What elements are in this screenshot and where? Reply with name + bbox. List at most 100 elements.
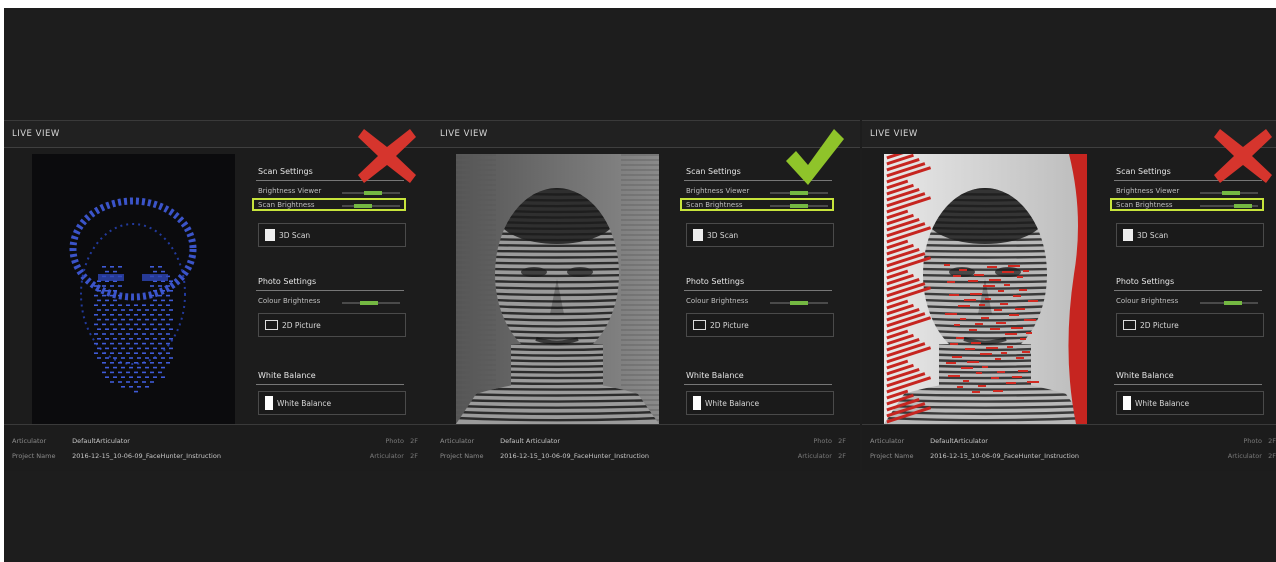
2d-picture-button[interactable]: 2D Picture <box>686 313 834 337</box>
photo-status-label: Photo <box>385 437 404 445</box>
articulator-key: Articulator <box>12 437 47 445</box>
panel-title: LIVE VIEW <box>870 129 918 139</box>
verdict-mark <box>782 125 844 191</box>
scan-brightness-slider[interactable] <box>1200 204 1258 208</box>
scan-brightness-label: Scan Brightness <box>258 201 315 209</box>
articulator-row: Articulator DefaultArticulator <box>870 437 988 445</box>
brightness-viewer-label: Brightness Viewer <box>1116 187 1180 195</box>
scan-icon <box>693 229 703 241</box>
slider-fill <box>354 204 372 208</box>
2d-picture-button[interactable]: 2D Picture <box>1116 313 1264 337</box>
articulator-status-label: Articulator <box>369 452 404 460</box>
slider-fill <box>790 191 808 195</box>
photo-status-label: Photo <box>1243 437 1262 445</box>
scan-settings-title: Scan Settings <box>1116 167 1171 176</box>
3d-scan-label: 3D Scan <box>279 230 311 240</box>
slider-fill <box>364 191 382 195</box>
2d-picture-label: 2D Picture <box>282 320 321 330</box>
colour-brightness-label: Colour Brightness <box>686 297 749 305</box>
white-balance-icon <box>1123 396 1131 410</box>
scan-brightness-slider[interactable] <box>770 204 828 208</box>
face-scan-image <box>32 154 235 424</box>
scan-brightness-label: Scan Brightness <box>1116 201 1173 209</box>
articulator-status: Articulator 2F <box>370 452 418 460</box>
brightness-viewer-label: Brightness Viewer <box>686 187 750 195</box>
articulator-row: Articulator DefaultArticulator <box>12 437 130 445</box>
white-balance-title: White Balance <box>1116 371 1174 380</box>
scan-brightness-slider[interactable] <box>342 204 400 208</box>
articulator-key: Articulator <box>870 437 905 445</box>
face-scan-image <box>884 154 1087 424</box>
panel-footer: Articulator Default Articulator Project … <box>432 424 860 471</box>
live-view-panel-2: LIVE VIEW Scan Settings Brightness Viewe… <box>432 120 860 471</box>
slider-fill <box>1234 204 1252 208</box>
panel-footer: Articulator DefaultArticulator Project N… <box>4 424 432 471</box>
2d-picture-button[interactable]: 2D Picture <box>258 313 406 337</box>
project-name-key: Project Name <box>870 452 914 460</box>
white-balance-label: White Balance <box>1135 398 1190 408</box>
panel-title: LIVE VIEW <box>440 129 488 139</box>
white-balance-icon <box>265 396 273 410</box>
3d-scan-button[interactable]: 3D Scan <box>1116 223 1264 247</box>
scan-settings-title: Scan Settings <box>686 167 741 176</box>
photo-status-value: 2F <box>1268 437 1276 445</box>
white-balance-label: White Balance <box>705 398 760 408</box>
scan-icon <box>265 229 275 241</box>
photo-settings-title: Photo Settings <box>258 277 317 286</box>
live-view-panel-3: LIVE VIEW Scan Settings Brightness Viewe… <box>862 120 1276 471</box>
project-name-value: 2016-12-15_10-06-09_FaceHunter_Instructi… <box>500 452 649 460</box>
white-balance-title: White Balance <box>686 371 744 380</box>
photo-status-label: Photo <box>813 437 832 445</box>
panel-title: LIVE VIEW <box>12 129 60 139</box>
articulator-status-label: Articulator <box>1227 452 1262 460</box>
section-divider <box>256 290 404 291</box>
scan-icon <box>1123 229 1133 241</box>
3d-scan-label: 3D Scan <box>1137 230 1169 240</box>
white-balance-button[interactable]: White Balance <box>1116 391 1264 415</box>
photo-status: Photo 2F <box>813 437 846 445</box>
section-divider <box>684 384 832 385</box>
colour-brightness-slider[interactable] <box>770 301 828 305</box>
brightness-viewer-slider[interactable] <box>342 191 400 195</box>
2d-picture-label: 2D Picture <box>1140 320 1179 330</box>
live-camera-image <box>884 154 1087 424</box>
camera-icon <box>693 320 706 330</box>
colour-brightness-label: Colour Brightness <box>258 297 321 305</box>
section-divider <box>1114 384 1262 385</box>
live-view-panel-1: LIVE VIEW Scan Settings Brightness Viewe… <box>4 120 432 471</box>
slider-fill <box>1224 301 1242 305</box>
camera-icon <box>1123 320 1136 330</box>
3d-scan-button[interactable]: 3D Scan <box>258 223 406 247</box>
photo-status: Photo 2F <box>385 437 418 445</box>
section-divider <box>684 290 832 291</box>
articulator-status: Articulator 2F <box>1228 452 1276 460</box>
live-camera-image <box>32 154 235 424</box>
cross-icon <box>1214 129 1272 183</box>
brightness-viewer-slider[interactable] <box>1200 191 1258 195</box>
white-balance-button[interactable]: White Balance <box>686 391 834 415</box>
slider-fill <box>1222 191 1240 195</box>
white-balance-title: White Balance <box>258 371 316 380</box>
scan-settings-title: Scan Settings <box>258 167 313 176</box>
section-divider <box>1114 290 1262 291</box>
3d-scan-button[interactable]: 3D Scan <box>686 223 834 247</box>
white-balance-button[interactable]: White Balance <box>258 391 406 415</box>
colour-brightness-label: Colour Brightness <box>1116 297 1179 305</box>
project-name-key: Project Name <box>440 452 484 460</box>
brightness-viewer-slider[interactable] <box>770 191 828 195</box>
articulator-status-value: 2F <box>838 452 846 460</box>
project-name-value: 2016-12-15_10-06-09_FaceHunter_Instructi… <box>72 452 221 460</box>
camera-icon <box>265 320 278 330</box>
panel-footer: Articulator DefaultArticulator Project N… <box>862 424 1276 471</box>
checkmark-icon <box>786 129 844 185</box>
articulator-value: DefaultArticulator <box>930 437 988 445</box>
photo-status: Photo 2F <box>1243 437 1276 445</box>
articulator-status-value: 2F <box>1268 452 1276 460</box>
photo-settings-title: Photo Settings <box>1116 277 1175 286</box>
articulator-value: DefaultArticulator <box>72 437 130 445</box>
colour-brightness-slider[interactable] <box>1200 301 1258 305</box>
project-name-row: Project Name 2016-12-15_10-06-09_FaceHun… <box>440 452 649 460</box>
slider-fill <box>360 301 378 305</box>
colour-brightness-slider[interactable] <box>342 301 400 305</box>
white-balance-icon <box>693 396 701 410</box>
